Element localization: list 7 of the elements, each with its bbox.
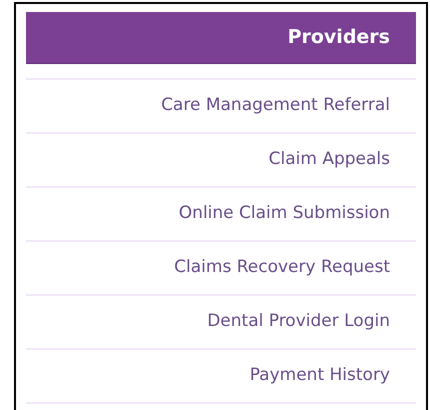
panel-title: Providers [288, 25, 390, 50]
provider-link[interactable]: Care Management Referral [161, 93, 390, 119]
provider-link[interactable]: Dental Provider Login [207, 309, 390, 335]
provider-link[interactable]: Online Claim Submission [178, 201, 390, 227]
provider-link[interactable]: Claim Appeals [268, 147, 390, 173]
provider-link[interactable]: Payment History [250, 363, 390, 389]
provider-link[interactable]: Claims Recovery Request [174, 255, 390, 281]
